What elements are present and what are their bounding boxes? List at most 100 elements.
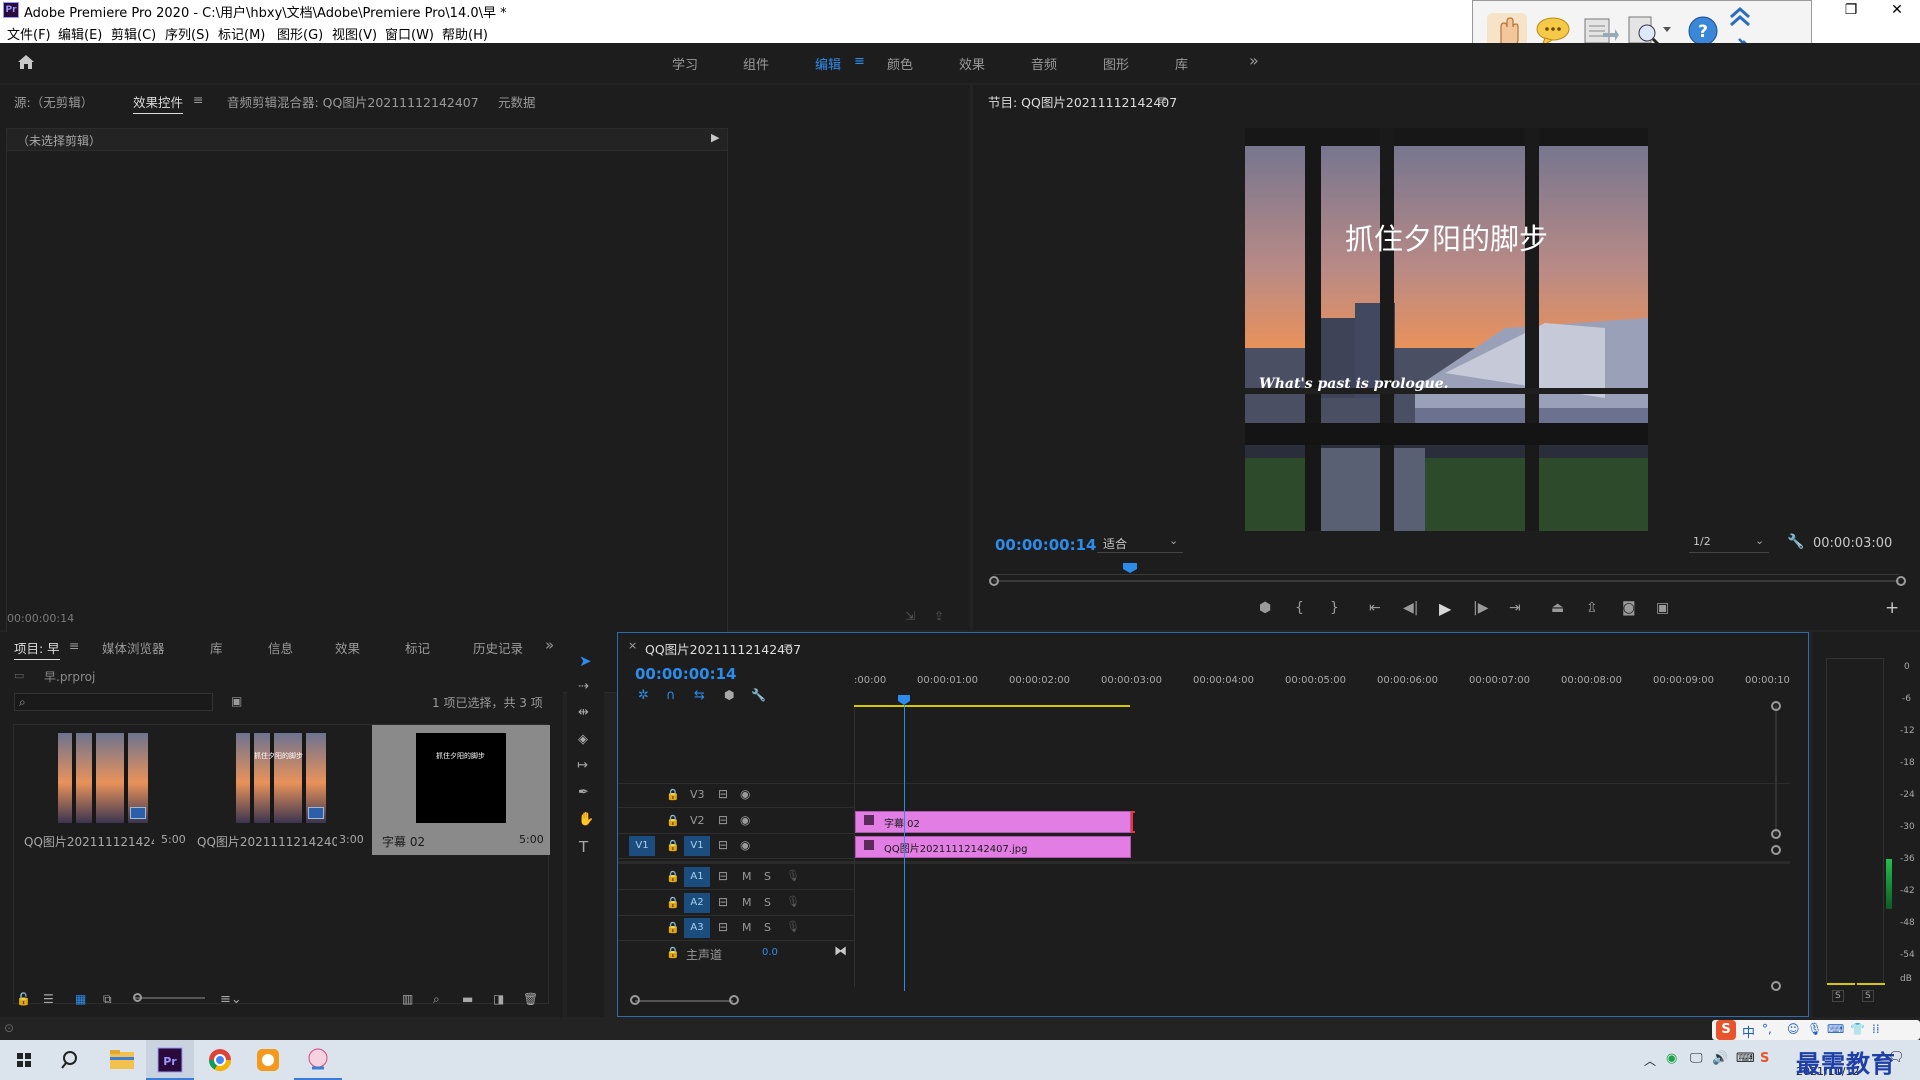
track-header-master[interactable]: 🔒 主声道 0.0 ⧓ (618, 941, 854, 966)
timeline-h-scrollbar[interactable] (635, 1000, 733, 1002)
track-header-v3[interactable]: 🔒 V3 ⊟ ◉ (618, 783, 854, 808)
home-icon[interactable] (16, 53, 36, 75)
ripple-edit-tool-icon[interactable]: ⇹ (578, 705, 589, 720)
new-bin-icon[interactable]: ▬ (462, 992, 473, 1006)
timeline-ruler[interactable]: :00:00 00:00:01:00 00:00:02:00 00:00:03:… (854, 673, 1790, 707)
add-marker-icon[interactable]: ⬢ (1259, 600, 1271, 616)
go-to-end-icon[interactable]: ⧓ (834, 944, 847, 959)
razor-tool-icon[interactable]: ◈ (578, 732, 588, 747)
wrench-icon[interactable]: 🔧 (1787, 534, 1804, 550)
start-icon[interactable] (0, 1040, 48, 1080)
share-icon[interactable]: ⇪ (934, 609, 944, 623)
tab-effect-controls[interactable]: 效果控件 (133, 92, 184, 114)
timeline-settings-wrench-icon[interactable]: 🔧 (751, 688, 766, 702)
file-explorer-icon[interactable] (98, 1040, 146, 1080)
track-header-v1[interactable]: V1 🔒 V1 ⊟ ◉ (618, 834, 854, 859)
pen-tool-icon[interactable]: ✒ (578, 785, 589, 800)
menu-edit[interactable]: 编辑(E) (58, 24, 102, 43)
workspace-effects[interactable]: 效果 (959, 54, 985, 73)
new-item-icon[interactable]: ◨ (493, 992, 504, 1006)
fit-dropdown[interactable]: 适合 ⌄ (1097, 533, 1183, 553)
mute-button[interactable]: M (742, 921, 752, 934)
tab-info[interactable]: 信息 (268, 638, 293, 657)
extract-icon[interactable]: ⇫ (1586, 600, 1598, 616)
track-lock-icon[interactable]: 🔒 (666, 788, 680, 801)
sync-lock-icon[interactable]: ⊟ (718, 869, 728, 883)
scroll-handle[interactable] (1771, 845, 1781, 855)
go-to-out-icon[interactable]: ⇥ (1509, 600, 1521, 616)
program-playhead[interactable] (1123, 563, 1137, 573)
track-lock-icon[interactable]: 🔒 (666, 921, 680, 934)
search-icon[interactable] (48, 1040, 96, 1080)
comparison-view-icon[interactable]: ▣ (1656, 600, 1669, 616)
sync-lock-icon[interactable]: ⊟ (718, 895, 728, 909)
notification-icon[interactable]: 🗨 (1888, 1050, 1905, 1065)
tab-effects[interactable]: 效果 (335, 638, 360, 657)
project-item[interactable]: 抓住夕阳的脚步 QQ图片20211112142407 3:00 (192, 725, 370, 855)
eye-icon[interactable]: ◉ (740, 838, 750, 852)
track-lock-icon[interactable]: 🔒 (666, 814, 680, 827)
export-frame-camera-icon[interactable]: ◙ (1622, 600, 1636, 616)
step-back-icon[interactable]: ◀| (1403, 600, 1418, 616)
sync-lock-icon[interactable]: ⊟ (718, 787, 728, 801)
tab-metadata[interactable]: 元数据 (498, 92, 536, 111)
app-orange-icon[interactable] (244, 1040, 292, 1080)
keyboard-icon[interactable]: ⌨ (1827, 1022, 1844, 1036)
scroll-handle-left[interactable] (989, 576, 999, 586)
go-to-in-icon[interactable]: ⇤ (1369, 600, 1381, 616)
ime-mode[interactable]: 中 (1742, 1022, 1755, 1041)
track-header-a2[interactable]: 🔒 A2 ⊟ M S 🎙 (618, 891, 854, 916)
scroll-handle-right[interactable] (1896, 576, 1906, 586)
workspace-audio[interactable]: 音频 (1031, 54, 1057, 73)
hand-tool-icon[interactable]: ✋ (578, 812, 594, 827)
solo-button[interactable]: S (764, 921, 771, 934)
mute-button[interactable]: M (742, 896, 752, 909)
workspace-editing[interactable]: 编辑 (815, 54, 841, 73)
type-tool-icon[interactable]: T (579, 838, 588, 856)
menu-view[interactable]: 视图(V) (332, 24, 377, 43)
tab-markers[interactable]: 标记 (405, 638, 430, 657)
video-scrollbar[interactable] (1775, 705, 1777, 835)
collapse-up-icon[interactable] (1723, 3, 1757, 29)
solo-button[interactable]: S (764, 896, 771, 909)
track-lock-icon[interactable]: 🔒 (666, 839, 680, 852)
tabs-overflow-icon[interactable]: » (545, 636, 554, 654)
program-timecode[interactable]: 00:00:00:14 (995, 536, 1097, 554)
program-scroll-track[interactable] (993, 580, 1899, 582)
mark-in-icon[interactable]: { (1295, 600, 1304, 616)
clip-image[interactable]: QQ图片20211112142407.jpg (855, 836, 1131, 858)
track-lock-icon[interactable]: 🔒 (666, 946, 680, 959)
selection-tool-icon[interactable]: ➤ (579, 652, 592, 670)
add-marker-icon[interactable]: ⬢ (724, 688, 734, 702)
track-select-tool-icon[interactable]: ⇢ (578, 679, 589, 694)
tab-audio-clip-mixer[interactable]: 音频剪辑混合器: QQ图片20211112142407 (227, 92, 479, 111)
resolution-dropdown[interactable]: 1/2 ⌄ (1689, 533, 1769, 553)
scroll-handle[interactable] (630, 995, 640, 1005)
export-frame-icon[interactable]: ⇲ (905, 609, 915, 623)
menu-clip[interactable]: 剪辑(C) (111, 24, 156, 43)
close-button[interactable]: ✕ (1874, 0, 1920, 21)
tab-media-browser[interactable]: 媒体浏览器 (102, 638, 165, 657)
emoji-icon[interactable]: ☺ (1787, 1022, 1800, 1036)
sogou-tray-icon[interactable]: S (1760, 1051, 1769, 1066)
workspace-libraries[interactable]: 库 (1175, 54, 1188, 73)
solo-right-button[interactable]: S (1862, 990, 1874, 1002)
timeline-playhead-line[interactable] (904, 705, 905, 991)
timeline-playhead-head[interactable] (898, 695, 910, 705)
volume-icon[interactable]: 🔊 (1712, 1051, 1728, 1066)
master-volume[interactable]: 0.0 (762, 947, 778, 958)
close-sequence-icon[interactable]: × (628, 639, 637, 652)
zoom-slider-handle[interactable] (133, 993, 142, 1002)
sync-lock-icon[interactable]: ⊟ (718, 838, 728, 852)
play-icon[interactable]: ▶ (1439, 599, 1451, 618)
tab-source[interactable]: 源:（无剪辑） (14, 92, 93, 111)
freeform-view-icon[interactable]: ⧉ (103, 992, 112, 1007)
mute-button[interactable]: M (742, 870, 752, 883)
lock-icon[interactable]: 🔓 (16, 992, 31, 1006)
program-ruler[interactable] (993, 563, 1899, 575)
timeline-timecode[interactable]: 00:00:00:14 (635, 665, 737, 683)
menu-help[interactable]: 帮助(H) (442, 24, 488, 43)
tray-app-icon[interactable]: ◉ (1666, 1051, 1677, 1066)
workspace-menu-icon[interactable]: ≡ (854, 54, 865, 69)
tray-chevron-icon[interactable]: ︿ (1644, 1052, 1656, 1069)
